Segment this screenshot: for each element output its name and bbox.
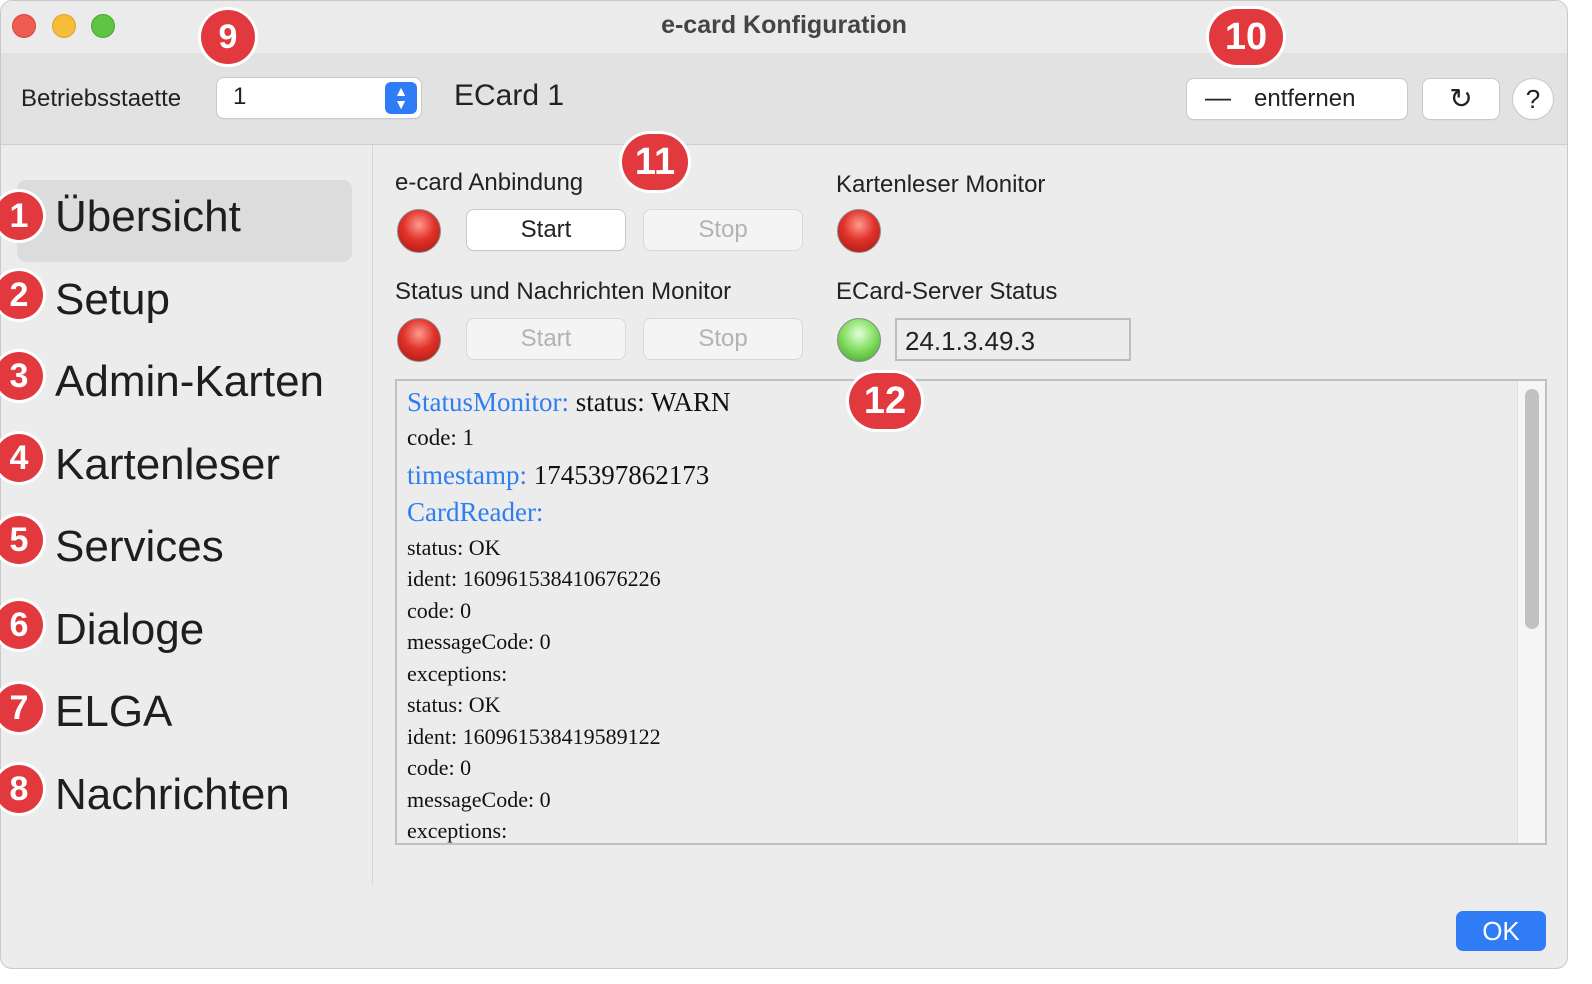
log-line: messageCode: 0 [407, 629, 551, 654]
sidebar-item-nachrichten[interactable]: Nachrichten [17, 758, 352, 840]
ecard-config-window: e-card Konfiguration Betriebsstaette 1 ▲… [0, 0, 1568, 969]
log-line: ident: 1609615384106762​26 [407, 566, 661, 591]
help-button[interactable]: ? [1513, 79, 1553, 119]
sidebar-item-label: Admin-Karten [55, 357, 325, 406]
log-line: timestamp: 1745397862173 [407, 460, 710, 490]
log-line: code: 0 [407, 598, 472, 623]
sidebar-item-label: Dialoge [55, 605, 205, 654]
betriebsstaette-select[interactable]: 1 ▲ ▼ [217, 78, 421, 118]
sidebar-item-dialoge[interactable]: Dialoge [17, 593, 352, 675]
remove-button[interactable]: — entfernen [1187, 79, 1407, 119]
sidebar-item-label: Übersicht [55, 192, 241, 241]
help-icon: ? [1525, 84, 1541, 114]
ecard-name: ECard 1 [454, 79, 565, 112]
log-line: code: 1 [407, 425, 475, 450]
betriebsstaette-label: Betriebsstaette [21, 85, 182, 112]
kartenleser-monitor-label: Kartenleser Monitor [836, 171, 1046, 198]
log-scrollbar-thumb[interactable] [1525, 389, 1539, 629]
toolbar: Betriebsstaette 1 ▲ ▼ ECard 1 — entfernen… [1, 53, 1567, 145]
sidebar-item-admin-karten[interactable]: Admin-Karten [17, 345, 352, 427]
kartenleser-monitor-status-led [837, 209, 881, 253]
annotation-badge-10: 10 [1209, 9, 1283, 65]
sidebar-item-label: Nachrichten [55, 770, 290, 819]
ecard-anbindung-stop-button[interactable]: Stop [644, 210, 802, 250]
log-line: status: OK [407, 692, 501, 717]
sidebar-item-label: Setup [55, 275, 170, 324]
annotation-badge-11: 11 [622, 134, 688, 190]
server-status-label: ECard-Server Status [836, 278, 1058, 305]
log-line: exceptions: [407, 818, 508, 843]
sidebar-item-label: ELGA [55, 687, 173, 736]
sidebar-item-uebersicht[interactable]: Übersicht [17, 180, 352, 262]
log-line: ident: 160961538419589122 [407, 724, 661, 749]
status-monitor-stop-button[interactable]: Stop [644, 319, 802, 359]
annotation-badge-12: 12 [849, 373, 921, 429]
status-monitor-start-button[interactable]: Start [467, 319, 625, 359]
log-line: messageCode: 0 [407, 787, 551, 812]
sidebar-item-label: Services [55, 522, 224, 571]
ok-button[interactable]: OK [1456, 911, 1546, 951]
chevron-up-down-icon: ▲ ▼ [385, 82, 417, 114]
log-line: StatusMonitor: status: WARN [407, 387, 731, 417]
sidebar-item-elga[interactable]: ELGA [17, 675, 352, 757]
log-line: status: OK [407, 535, 501, 560]
log-scrollbar[interactable] [1517, 381, 1545, 843]
sidebar-item-label: Kartenleser [55, 440, 281, 489]
status-log-view[interactable]: StatusMonitor: status: WARN code: 1 time… [395, 379, 1547, 845]
sidebar-item-kartenleser[interactable]: Kartenleser [17, 428, 352, 510]
ecard-anbindung-status-led [397, 209, 441, 253]
refresh-icon: ↻ [1449, 83, 1473, 114]
refresh-button[interactable]: ↻ [1423, 79, 1499, 119]
betriebsstaette-value: 1 [233, 83, 247, 110]
remove-button-label: entfernen [1254, 85, 1356, 112]
status-monitor-status-led [397, 318, 441, 362]
minus-icon: — [1205, 82, 1231, 112]
log-line: code: 0 [407, 755, 472, 780]
ecard-anbindung-start-button[interactable]: Start [467, 210, 625, 250]
sidebar-item-setup[interactable]: Setup [17, 263, 352, 345]
log-line: CardReader: [407, 497, 544, 527]
ecard-anbindung-label: e-card Anbindung [395, 169, 584, 196]
annotation-badge-9: 9 [201, 10, 255, 64]
server-version-field: 24.1.3.49.3 [895, 318, 1131, 361]
log-line: exceptions: [407, 661, 508, 686]
sidebar: Übersicht Setup Admin-Karten Kartenleser… [1, 145, 373, 885]
status-monitor-label: Status und Nachrichten Monitor [395, 278, 732, 305]
sidebar-item-services[interactable]: Services [17, 510, 352, 592]
server-status-led [837, 318, 881, 362]
